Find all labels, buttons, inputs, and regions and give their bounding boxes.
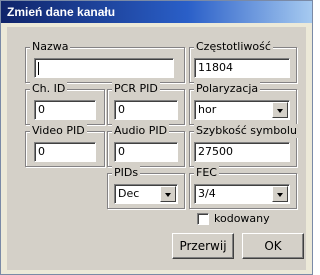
szybkosc-symbolu-label: Szybkość symbolu [194,124,299,138]
fec-label: FEC [194,166,219,180]
chevron-down-icon[interactable] [272,102,288,118]
chevron-down-icon[interactable] [272,186,288,202]
group-czestotliwosc: Częstotliwość 11804 [189,40,297,83]
fec-value: 3/4 [198,187,216,200]
pids-value: Dec [118,187,140,200]
ch-id-input[interactable]: 0 [34,100,96,120]
audio-pid-input[interactable]: 0 [114,142,178,162]
pcr-pid-label: PCR PID [112,82,160,96]
audio-pid-label: Audio PID [112,124,170,138]
chevron-down-icon[interactable] [160,186,176,202]
pids-select[interactable]: Dec [114,184,178,204]
polaryzacja-label: Polaryzacja [194,82,261,96]
szybkosc-symbolu-input[interactable]: 27500 [194,142,290,162]
group-fec: FEC 3/4 [189,166,297,209]
dialog-content: Nazwa Częstotliwość 11804 Ch. ID 0 PCR P… [7,27,306,270]
ch-id-label: Ch. ID [30,82,68,96]
group-ch-id: Ch. ID 0 [25,82,105,125]
kodowany-label[interactable]: kodowany [214,212,270,226]
window-title: Zmień dane kanału [7,5,116,19]
text-caret [38,62,39,75]
group-pids: PIDs Dec [107,166,185,209]
dialog-window: Zmień dane kanału Nazwa Częstotliwość 11… [0,0,313,275]
nazwa-input[interactable] [34,58,174,78]
polaryzacja-value: hor [198,103,217,116]
video-pid-input[interactable]: 0 [34,142,96,162]
pids-label: PIDs [112,166,141,180]
nazwa-label: Nazwa [30,40,71,54]
pcr-pid-input[interactable]: 0 [114,100,178,120]
ok-button[interactable]: OK [242,233,304,259]
group-polaryzacja: Polaryzacja hor [189,82,297,125]
group-audio-pid: Audio PID 0 [107,124,185,167]
title-bar[interactable]: Zmień dane kanału [1,1,312,23]
czestotliwosc-label: Częstotliwość [194,40,273,54]
group-szybkosc-symbolu: Szybkość symbolu 27500 [189,124,299,167]
fec-select[interactable]: 3/4 [194,184,290,204]
group-pcr-pid: PCR PID 0 [107,82,185,125]
group-nazwa: Nazwa [25,40,185,83]
group-video-pid: Video PID 0 [25,124,105,167]
kodowany-checkbox[interactable] [197,213,209,225]
video-pid-label: Video PID [30,124,87,138]
cancel-button[interactable]: Przerwij [172,233,234,259]
czestotliwosc-input[interactable]: 11804 [194,58,290,78]
polaryzacja-select[interactable]: hor [194,100,290,120]
